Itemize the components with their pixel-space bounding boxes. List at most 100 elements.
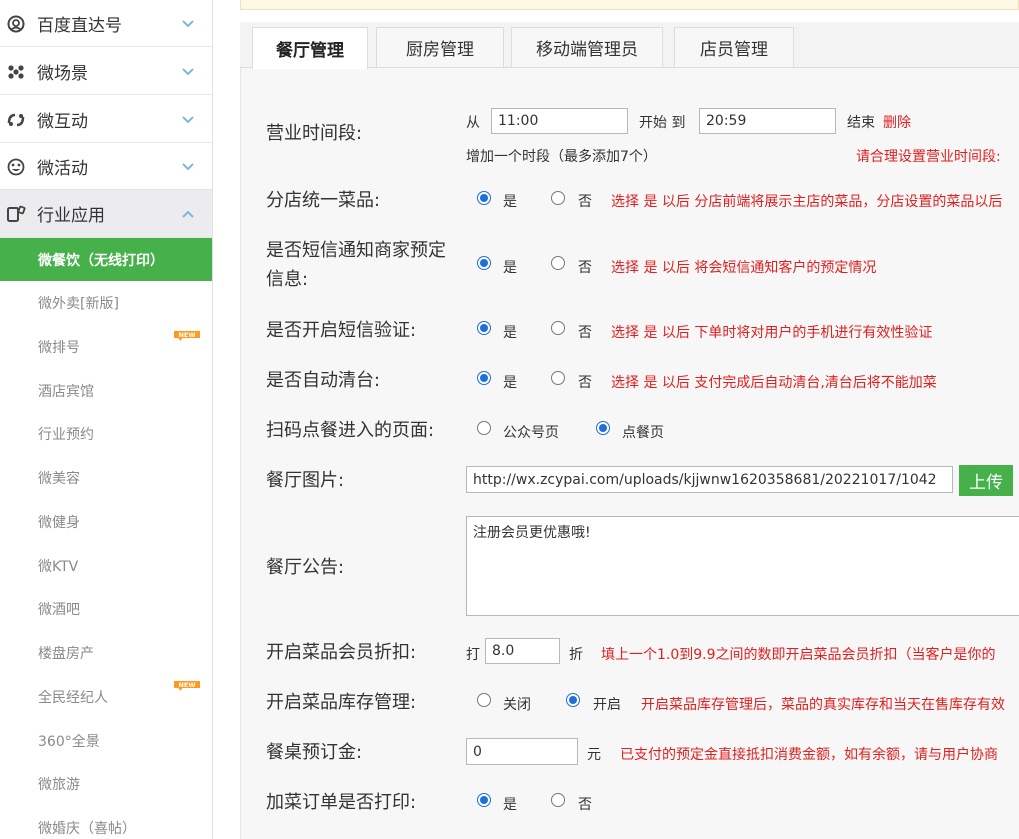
sidebar-item-fitness[interactable]: 微健身	[0, 500, 212, 543]
tab-mobile-admin[interactable]: 移动端管理员	[511, 27, 663, 67]
scan-page-official-text: 公众号页	[503, 425, 559, 441]
sidebar-group-label: 微场景	[37, 63, 88, 84]
sidebar-item-wedding[interactable]: 微婚庆（喜帖）	[0, 806, 212, 839]
sms-notify-yes-text: 是	[503, 260, 517, 276]
sms-notify-hint: 选择 是 以后 将会短信通知客户的预定情况	[611, 260, 877, 276]
scan-page-official-radio[interactable]	[477, 421, 491, 435]
sms-verify-no-text: 否	[578, 325, 592, 341]
tab-restaurant[interactable]: 餐厅管理	[252, 27, 368, 69]
auto-clear-hint: 选择 是 以后 支付完成后自动清台,清台后将不能加菜	[611, 375, 937, 391]
auto-clear-yes-text: 是	[503, 375, 517, 391]
upload-button[interactable]: 上传	[959, 465, 1013, 496]
sidebar-item-catering[interactable]: 微餐饮（无线打印）	[0, 238, 212, 281]
sidebar-item-label: 360°全景	[38, 734, 100, 750]
start-time-input[interactable]	[491, 108, 628, 134]
discount-suffix-text: 折	[569, 647, 583, 663]
add-period-link[interactable]: 增加一个时段（最多添加7个）	[466, 146, 657, 166]
sms-verify-yes-text: 是	[503, 325, 517, 341]
addon-print-yes-radio[interactable]	[477, 793, 491, 807]
activity-icon	[7, 158, 25, 176]
tab-kitchen[interactable]: 厨房管理	[376, 27, 504, 67]
hours-label: 营业时间段:	[266, 123, 363, 144]
unified-menu-no-text: 否	[578, 194, 592, 210]
chevron-down-icon	[182, 163, 194, 171]
sms-notify-label: 是否短信通知商家预定	[266, 240, 446, 261]
new-badge-text: NEW	[178, 331, 195, 339]
notice-bar	[240, 0, 1019, 10]
auto-clear-label: 是否自动清台:	[266, 370, 381, 391]
sidebar-group-label: 微互动	[37, 111, 88, 132]
addon-print-label: 加菜订单是否打印:	[266, 792, 417, 813]
hours-hint: 请合理设置营业时间段:	[856, 149, 1001, 165]
notice-label: 餐厅公告:	[266, 557, 345, 578]
image-url-input[interactable]	[466, 466, 953, 493]
scan-page-order-radio[interactable]	[596, 421, 610, 435]
deposit-input[interactable]	[466, 738, 578, 765]
sidebar-group-label: 百度直达号	[37, 15, 122, 36]
sms-verify-no-radio[interactable]	[551, 321, 565, 335]
addon-print-yes-text: 是	[503, 797, 517, 813]
auto-clear-yes-radio[interactable]	[477, 371, 491, 385]
discount-label: 开启菜品会员折扣:	[266, 642, 417, 663]
discount-input[interactable]	[485, 638, 560, 664]
sidebar-item-label: 微健身	[38, 515, 80, 531]
stock-label: 开启菜品库存管理:	[266, 692, 417, 713]
sms-verify-label: 是否开启短信验证:	[266, 320, 417, 341]
sidebar-item-booking[interactable]: 行业预约	[0, 412, 212, 455]
tab-staff[interactable]: 店员管理	[674, 27, 794, 67]
sidebar-item-label: 微旅游	[38, 777, 80, 793]
sidebar-item-hotel[interactable]: 酒店宾馆	[0, 369, 212, 412]
addon-print-no-radio[interactable]	[551, 793, 565, 807]
sidebar-group-scene[interactable]: 微场景	[0, 48, 212, 95]
stock-on-radio[interactable]	[566, 693, 580, 707]
sidebar-item-realestate[interactable]: 楼盘房产	[0, 631, 212, 674]
sms-notify-no-radio[interactable]	[551, 256, 565, 270]
image-label: 餐厅图片:	[266, 470, 345, 491]
delete-period-link[interactable]: 删除	[883, 112, 911, 132]
sidebar-item-broker[interactable]: 全民经纪人 NEW	[0, 675, 212, 718]
unified-menu-yes-text: 是	[503, 194, 517, 210]
sms-verify-hint: 选择 是 以后 下单时将对用户的手机进行有效性验证	[611, 325, 933, 341]
sidebar-item-label: 微KTV	[38, 559, 79, 575]
sidebar-item-label: 微排号	[38, 340, 80, 356]
sidebar-item-bar[interactable]: 微酒吧	[0, 587, 212, 630]
sidebar-item-beauty[interactable]: 微美容	[0, 456, 212, 499]
addon-print-no-text: 否	[578, 797, 592, 813]
sidebar-group-interact[interactable]: 微互动	[0, 96, 212, 143]
sidebar-item-ktv[interactable]: 微KTV	[0, 544, 212, 587]
sidebar-group-activity[interactable]: 微活动	[0, 143, 212, 190]
chevron-down-icon	[182, 68, 194, 76]
sidebar-item-label: 微美容	[38, 471, 80, 487]
interact-icon	[7, 113, 25, 127]
sidebar-item-panorama[interactable]: 360°全景	[0, 719, 212, 762]
scan-page-label: 扫码点餐进入的页面:	[266, 420, 435, 441]
hours-end-text: 结束	[847, 115, 875, 131]
stock-off-radio[interactable]	[477, 693, 491, 707]
sidebar-group-baidu[interactable]: 百度直达号	[0, 0, 212, 47]
sidebar-item-label: 楼盘房产	[38, 646, 94, 662]
unified-menu-yes-radio[interactable]	[477, 191, 491, 205]
sidebar-item-label: 微外卖[新版]	[38, 296, 119, 312]
end-time-input[interactable]	[699, 108, 836, 134]
sidebar-group-label: 行业应用	[37, 206, 105, 226]
unified-menu-no-radio[interactable]	[551, 191, 565, 205]
auto-clear-no-radio[interactable]	[551, 371, 565, 385]
scan-page-order-text: 点餐页	[622, 425, 664, 441]
stock-off-text: 关闭	[503, 697, 531, 713]
sms-notify-no-text: 否	[578, 260, 592, 276]
industry-app-icon	[7, 205, 26, 222]
chevron-up-icon	[182, 210, 194, 218]
sidebar: 百度直达号 微场景 微互动 微活动 行业应用 微餐饮（无线打印） 微外卖[新版]…	[0, 0, 213, 839]
sidebar-item-takeout[interactable]: 微外卖[新版]	[0, 281, 212, 324]
deposit-hint: 已支付的预定金直接抵扣消费金额，如有余额，请与用户协商	[620, 747, 998, 763]
sms-notify-yes-radio[interactable]	[477, 256, 491, 270]
notice-textarea[interactable]: 注册会员更优惠哦!	[466, 516, 1019, 616]
sidebar-item-label: 行业预约	[38, 427, 94, 443]
stock-on-text: 开启	[593, 697, 621, 713]
sidebar-item-label: 微餐饮（无线打印）	[38, 253, 164, 269]
sidebar-item-queue[interactable]: 微排号 NEW	[0, 325, 212, 368]
sidebar-group-industry[interactable]: 行业应用	[0, 190, 212, 238]
sms-verify-yes-radio[interactable]	[477, 321, 491, 335]
tab-label: 移动端管理员	[536, 40, 638, 60]
sidebar-item-travel[interactable]: 微旅游	[0, 762, 212, 805]
